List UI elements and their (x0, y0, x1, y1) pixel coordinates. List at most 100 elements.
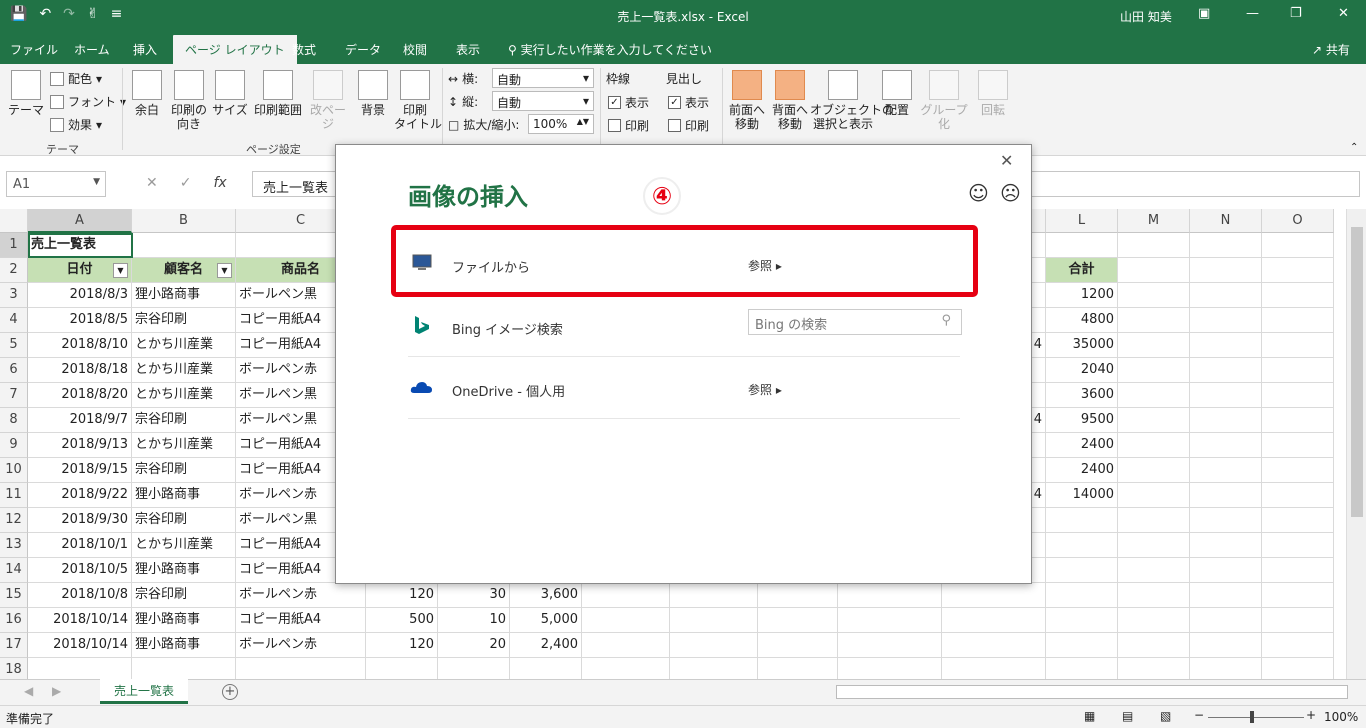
row-header[interactable]: 2 (0, 258, 28, 283)
cell[interactable] (1118, 433, 1190, 458)
search-icon[interactable]: ⚲ (941, 313, 951, 328)
cell[interactable] (1190, 483, 1262, 508)
cell[interactable] (1046, 233, 1118, 258)
cell[interactable]: とかち川産業 (132, 358, 236, 383)
cell[interactable] (1262, 258, 1334, 283)
column-header[interactable]: B (132, 209, 236, 233)
cell[interactable] (1190, 633, 1262, 658)
zoom-slider-thumb[interactable] (1250, 711, 1254, 723)
cell[interactable]: 9500 (1046, 408, 1118, 433)
cell[interactable]: 3,600 (510, 583, 582, 608)
tab-data[interactable]: データ (345, 41, 381, 58)
filter-dropdown-icon[interactable]: ▼ (217, 263, 232, 278)
cell[interactable]: 2018/9/15 (28, 458, 132, 483)
row-header[interactable]: 9 (0, 433, 28, 458)
cell[interactable] (838, 658, 942, 679)
cell[interactable]: 30 (438, 583, 510, 608)
cell[interactable]: 狸小路商事 (132, 608, 236, 633)
cell[interactable] (28, 658, 132, 679)
cell[interactable]: 2,400 (510, 633, 582, 658)
cell[interactable] (1190, 358, 1262, 383)
cell[interactable]: 500 (366, 608, 438, 633)
cell[interactable] (1190, 558, 1262, 583)
cancel-icon[interactable]: ✕ (146, 175, 158, 191)
enter-icon[interactable]: ✓ (180, 175, 192, 191)
row-header[interactable]: 17 (0, 633, 28, 658)
bing-search-input[interactable]: Bing の検索 ⚲ (748, 309, 962, 335)
tab-formulas[interactable]: 数式 (292, 41, 316, 58)
page-break-view-icon[interactable]: ▧ (1160, 709, 1171, 723)
cell[interactable]: とかち川産業 (132, 383, 236, 408)
cell[interactable]: 20 (438, 633, 510, 658)
page-layout-view-icon[interactable]: ▤ (1122, 709, 1133, 723)
cell[interactable]: 狸小路商事 (132, 558, 236, 583)
cell[interactable] (1046, 508, 1118, 533)
cell[interactable] (670, 658, 758, 679)
cell[interactable]: 120 (366, 583, 438, 608)
user-name[interactable]: 山田 知美 (1120, 8, 1172, 25)
cell[interactable] (582, 583, 670, 608)
row-header[interactable]: 5 (0, 333, 28, 358)
colors-button[interactable]: 配色 ▾ (50, 70, 102, 87)
cell[interactable] (1118, 333, 1190, 358)
row-header[interactable]: 10 (0, 458, 28, 483)
cell[interactable] (670, 633, 758, 658)
cell[interactable] (582, 633, 670, 658)
cell[interactable]: 宗谷印刷 (132, 308, 236, 333)
scroll-thumb[interactable] (1351, 227, 1363, 517)
ribbon-display-icon[interactable]: ▣ (1198, 6, 1210, 21)
cell[interactable] (1190, 233, 1262, 258)
zoom-in-icon[interactable]: + (1306, 708, 1316, 722)
cell[interactable]: 2018/10/5 (28, 558, 132, 583)
gridlines-view-checkbox[interactable]: ✓ 表示 (608, 94, 649, 111)
tab-review[interactable]: 校閲 (403, 41, 427, 58)
cell[interactable] (1118, 383, 1190, 408)
tab-page-layout[interactable]: ページ レイアウト (173, 35, 297, 64)
tab-file[interactable]: ファイル (10, 41, 58, 58)
cell[interactable] (1190, 433, 1262, 458)
cell[interactable] (942, 633, 1046, 658)
cell[interactable] (1046, 633, 1118, 658)
cell[interactable] (1262, 233, 1334, 258)
cell[interactable]: 2018/9/13 (28, 433, 132, 458)
row-header[interactable]: 7 (0, 383, 28, 408)
prev-sheet-icon[interactable]: ◀ (24, 684, 33, 698)
cell[interactable] (1046, 608, 1118, 633)
horizontal-scrollbar[interactable] (836, 685, 1348, 699)
cell[interactable]: 狸小路商事 (132, 283, 236, 308)
group-button[interactable]: グループ化 (916, 70, 972, 131)
cell[interactable]: 2400 (1046, 458, 1118, 483)
cell[interactable] (1046, 558, 1118, 583)
close-window-icon[interactable]: ✕ (1338, 6, 1349, 21)
row-header[interactable]: 3 (0, 283, 28, 308)
tell-me-box[interactable]: ⚲ 実行したい作業を入力してください (508, 41, 712, 58)
cell[interactable] (1190, 383, 1262, 408)
cell[interactable]: 宗谷印刷 (132, 583, 236, 608)
width-dropdown[interactable]: 自動 ▾ (492, 68, 594, 88)
effects-button[interactable]: 効果 ▾ (50, 116, 102, 133)
cell[interactable] (132, 658, 236, 679)
cell[interactable]: 2018/10/14 (28, 633, 132, 658)
cell[interactable]: 2018/8/3 (28, 283, 132, 308)
cell[interactable]: コピー用紙A4 (236, 608, 366, 633)
cell[interactable] (1190, 658, 1262, 679)
cell[interactable] (1118, 308, 1190, 333)
align-button[interactable]: 配置 (880, 70, 914, 117)
cell[interactable]: 2018/8/20 (28, 383, 132, 408)
browse-link[interactable]: 参照 ▸ (748, 381, 782, 398)
close-icon[interactable]: ✕ (1000, 151, 1013, 170)
background-button[interactable]: 背景 (356, 70, 390, 117)
cell[interactable] (1118, 608, 1190, 633)
cell[interactable] (1190, 583, 1262, 608)
column-header[interactable]: M (1118, 209, 1190, 233)
cell[interactable]: 日付 ▼ (28, 258, 132, 283)
cell[interactable]: 2018/10/1 (28, 533, 132, 558)
cell[interactable] (1118, 508, 1190, 533)
cell[interactable] (1262, 333, 1334, 358)
cell[interactable] (1118, 558, 1190, 583)
cell[interactable]: 5,000 (510, 608, 582, 633)
cell[interactable] (1118, 233, 1190, 258)
send-backward-button[interactable]: 背面へ 移動 (770, 70, 810, 131)
cell[interactable]: 2018/9/30 (28, 508, 132, 533)
cell[interactable]: 35000 (1046, 333, 1118, 358)
